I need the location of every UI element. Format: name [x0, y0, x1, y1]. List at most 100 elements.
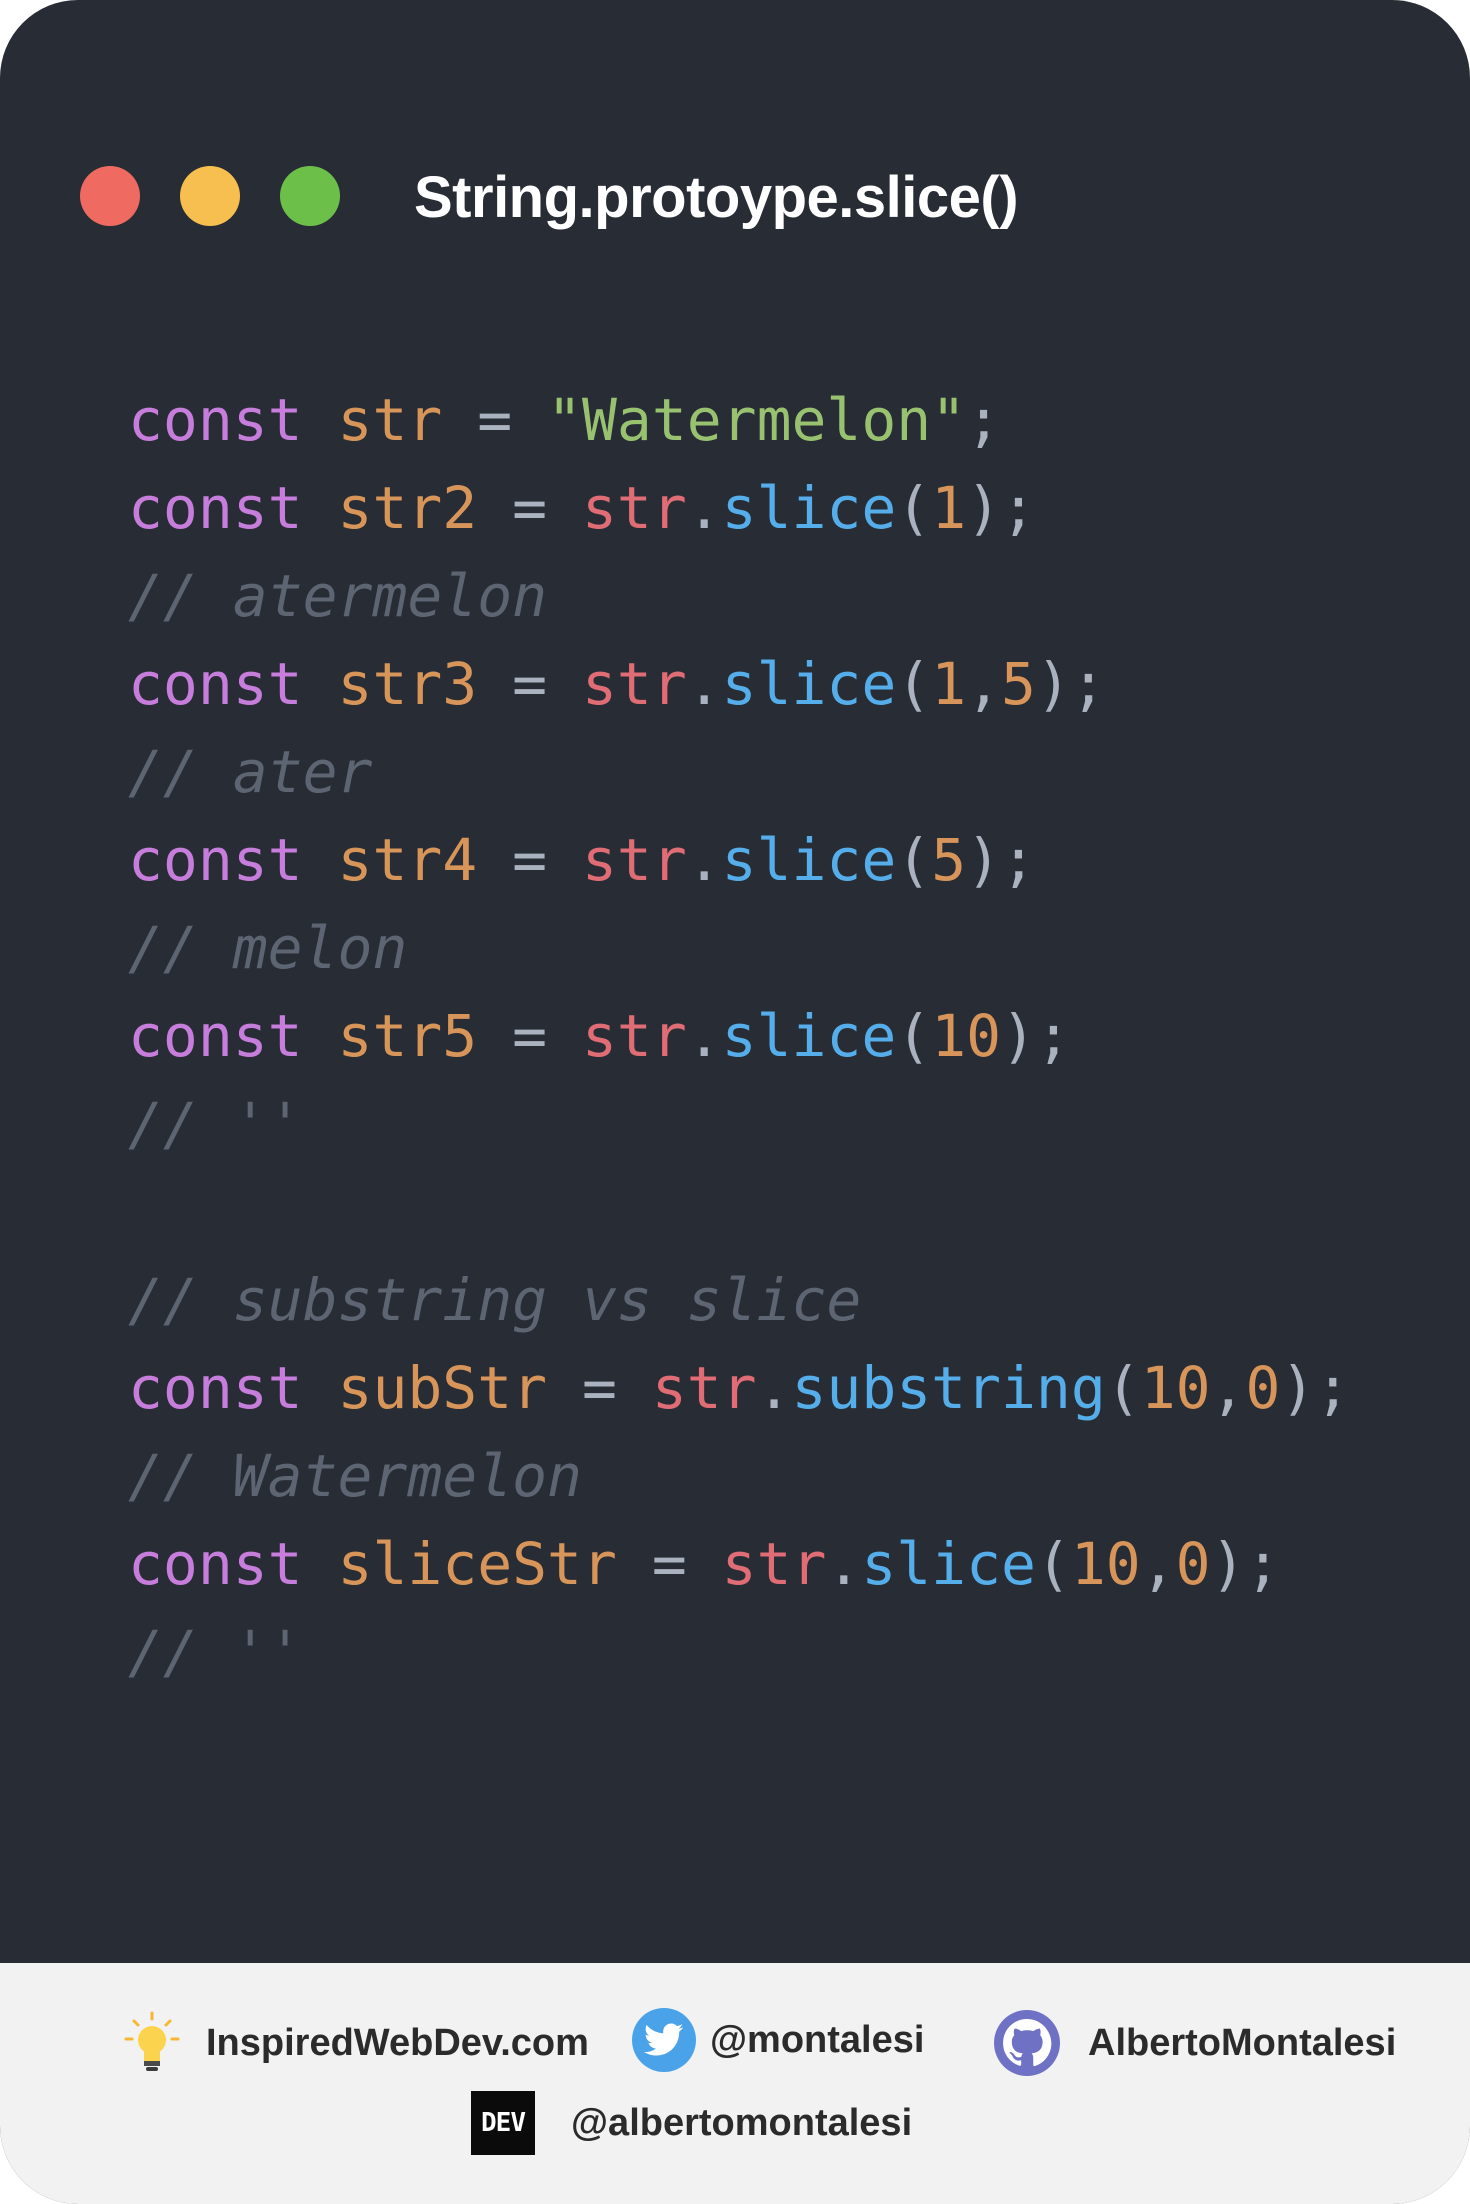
code-semicolon: ;: [1001, 474, 1036, 542]
code-object: str: [581, 826, 687, 894]
code-string: "Watermelon": [547, 386, 967, 454]
code-variable: str2: [337, 474, 478, 542]
code-operator: =: [512, 1002, 548, 1070]
code-object: str: [581, 650, 687, 718]
window-titlebar: String.protoype.slice(): [0, 150, 1470, 240]
github-username: AlbertoMontalesi: [1088, 2021, 1397, 2064]
code-semicolon: ;: [1070, 650, 1106, 718]
code-variable: sliceStr: [337, 1530, 617, 1598]
code-comment-line: // Watermelon: [128, 1432, 1448, 1520]
code-line: const subStr = str.substring(10,0);: [128, 1344, 1448, 1432]
code-keyword: const: [128, 650, 303, 718]
code-keyword: const: [128, 474, 303, 542]
code-variable: subStr: [337, 1354, 548, 1422]
code-paren-open: (: [896, 474, 932, 542]
website-link[interactable]: InspiredWebDev.com: [122, 2011, 589, 2075]
code-comment-line: // substring vs slice: [128, 1256, 1448, 1344]
github-icon: [994, 2010, 1060, 2076]
code-number: 0: [1175, 1530, 1211, 1598]
code-comment-line: // ater: [128, 728, 1448, 816]
code-comma: ,: [966, 650, 1002, 718]
code-method: substring: [791, 1354, 1106, 1422]
twitter-link[interactable]: @montalesi: [632, 2008, 924, 2072]
code-number: 1: [931, 474, 967, 542]
code-number: 1: [931, 650, 967, 718]
code-card: String.protoype.slice() const str = "Wat…: [0, 0, 1470, 2204]
code-keyword: const: [128, 826, 303, 894]
code-number: 10: [1070, 1530, 1141, 1598]
code-comment-line: // '': [128, 1608, 1448, 1696]
footer: InspiredWebDev.com @montalesi AlbertoMon…: [0, 1963, 1470, 2204]
code-dot: .: [686, 826, 722, 894]
code-method: slice: [861, 1530, 1036, 1598]
code-number: 10: [931, 1002, 1002, 1070]
code-semicolon: ;: [1035, 1002, 1071, 1070]
dev-handle: @albertomontalesi: [571, 2101, 913, 2144]
code-comment: // substring vs slice: [128, 1266, 862, 1334]
twitter-handle: @montalesi: [710, 2018, 925, 2061]
code-number: 5: [931, 826, 967, 894]
code-semicolon: ;: [1001, 826, 1036, 894]
code-paren-open: (: [896, 1002, 932, 1070]
code-operator: =: [477, 386, 513, 454]
code-paren-open: (: [1105, 1354, 1141, 1422]
code-dot: .: [756, 1354, 792, 1422]
code-line: const str3 = str.slice(1,5);: [128, 640, 1448, 728]
code-comment: // Watermelon: [128, 1442, 582, 1510]
window-title: String.protoype.slice(): [414, 165, 1019, 230]
code-comment-line: // melon: [128, 904, 1448, 992]
code-paren-close: ): [966, 474, 1002, 542]
code-number: 0: [1245, 1354, 1281, 1422]
code-paren-open: (: [896, 650, 932, 718]
code-comment: // '': [128, 1090, 303, 1158]
code-line: const sliceStr = str.slice(10,0);: [128, 1520, 1448, 1608]
lightbulb-icon: [124, 2011, 180, 2071]
code-semicolon: ;: [1315, 1354, 1351, 1422]
twitter-icon: [632, 2008, 696, 2072]
code-comment: // atermelon: [128, 562, 548, 630]
code-number: 10: [1140, 1354, 1211, 1422]
close-window-dot[interactable]: [80, 166, 140, 226]
code-comment: // ater: [128, 738, 373, 806]
code-paren-close: ): [1001, 1002, 1036, 1070]
code-variable: str3: [337, 650, 478, 718]
code-method: slice: [721, 650, 897, 718]
code-variable: str4: [337, 826, 478, 894]
code-method: slice: [721, 1002, 897, 1070]
code-object: str: [581, 1002, 687, 1070]
code-comment: // melon: [128, 914, 408, 982]
website-text: InspiredWebDev.com: [206, 2021, 589, 2064]
code-variable: str5: [337, 1002, 478, 1070]
code-paren-close: ): [1280, 1354, 1316, 1422]
code-comma: ,: [1210, 1354, 1246, 1422]
minimize-window-dot[interactable]: [180, 166, 240, 226]
code-keyword: const: [128, 386, 303, 454]
maximize-window-dot[interactable]: [280, 166, 340, 226]
dev-icon: DEV: [471, 2091, 535, 2155]
code-line: const str4 = str.slice(5);: [128, 816, 1448, 904]
code-object: str: [581, 474, 687, 542]
code-paren-close: ): [1035, 650, 1071, 718]
github-link[interactable]: AlbertoMontalesi: [994, 2010, 1396, 2076]
code-number: 5: [1001, 650, 1036, 718]
code-method: slice: [721, 826, 897, 894]
code-operator: =: [512, 826, 548, 894]
code-comment-line: // atermelon: [128, 552, 1448, 640]
code-comma: ,: [1140, 1530, 1176, 1598]
code-paren-open: (: [896, 826, 932, 894]
code-dot: .: [686, 474, 722, 542]
code-operator: =: [512, 474, 548, 542]
code-object: str: [721, 1530, 827, 1598]
code-semicolon: ;: [1245, 1530, 1281, 1598]
code-operator: =: [581, 1354, 617, 1422]
dev-link[interactable]: DEV @albertomontalesi: [471, 2091, 912, 2155]
code-dot: .: [826, 1530, 862, 1598]
code-dot: .: [686, 650, 722, 718]
code-object: str: [651, 1354, 757, 1422]
code-paren-close: ): [966, 826, 1002, 894]
code-keyword: const: [128, 1530, 303, 1598]
code-line: const str = "Watermelon";: [128, 376, 1448, 464]
code-keyword: const: [128, 1002, 303, 1070]
code-method: slice: [721, 474, 897, 542]
